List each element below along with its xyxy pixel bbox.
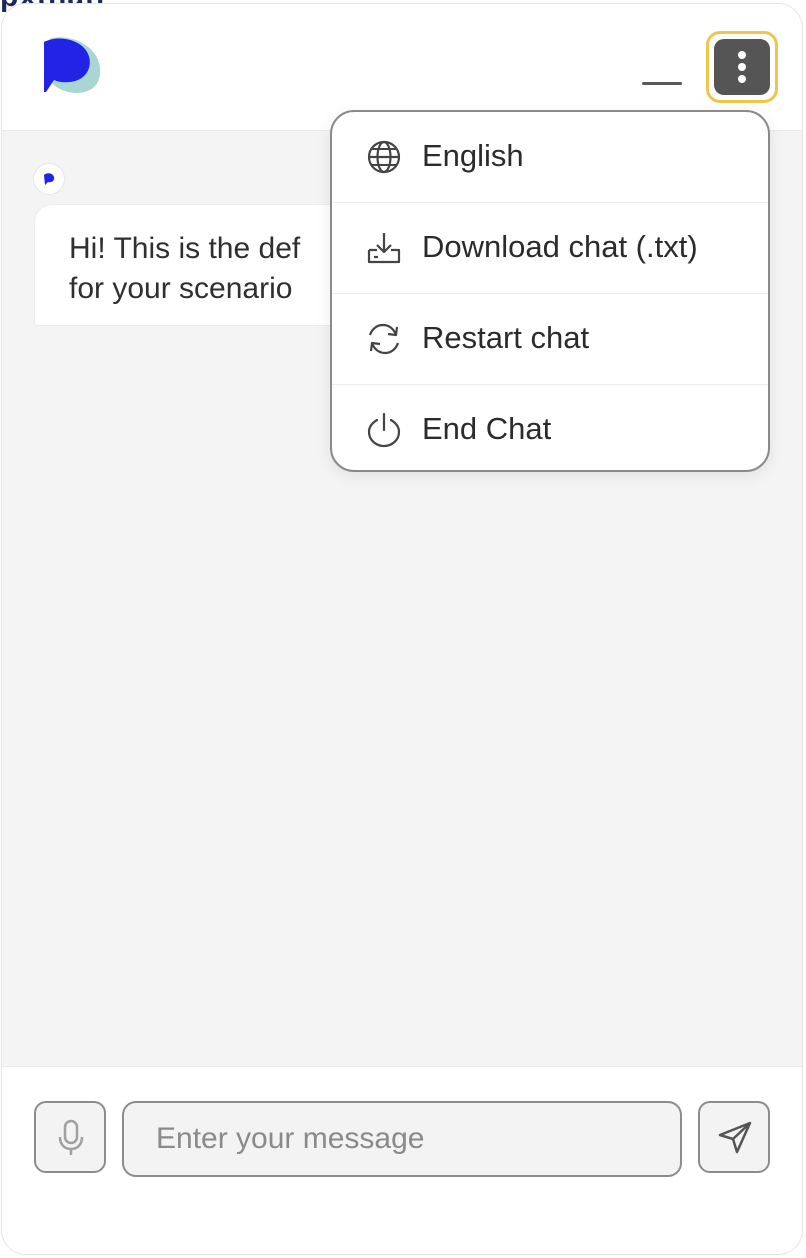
- bot-avatar: [34, 164, 64, 194]
- bot-avatar-icon: [44, 173, 55, 185]
- globe-icon: [367, 140, 401, 174]
- more-options-button[interactable]: [706, 31, 778, 103]
- minimize-button[interactable]: [638, 66, 684, 102]
- chat-widget: Hi! This is the def for your scenario En…: [2, 4, 802, 1254]
- menu-item-label: Download chat (.txt): [422, 229, 698, 264]
- minimize-icon: [642, 82, 682, 85]
- power-icon: [367, 412, 401, 448]
- brand-logo-icon: [44, 37, 101, 93]
- send-icon: [718, 1121, 752, 1154]
- refresh-icon: [368, 323, 400, 355]
- menu-item-label: Restart chat: [422, 320, 590, 355]
- menu-item-label: End Chat: [422, 411, 552, 446]
- menu-item-restart-chat[interactable]: Restart chat: [332, 294, 768, 385]
- microphone-icon: [58, 1119, 84, 1155]
- more-vertical-icon: [714, 39, 770, 95]
- microphone-button[interactable]: [34, 1101, 106, 1173]
- menu-item-download-chat[interactable]: Download chat (.txt): [332, 203, 768, 294]
- download-icon: [367, 233, 401, 264]
- menu-item-language[interactable]: English: [332, 112, 768, 203]
- menu-item-end-chat[interactable]: End Chat: [332, 385, 768, 470]
- send-button[interactable]: [698, 1101, 770, 1173]
- menu-item-label: English: [422, 138, 524, 173]
- options-menu: English Download chat (.txt) Restart cha…: [330, 110, 770, 472]
- message-composer: [2, 1066, 802, 1254]
- message-input[interactable]: [122, 1101, 682, 1177]
